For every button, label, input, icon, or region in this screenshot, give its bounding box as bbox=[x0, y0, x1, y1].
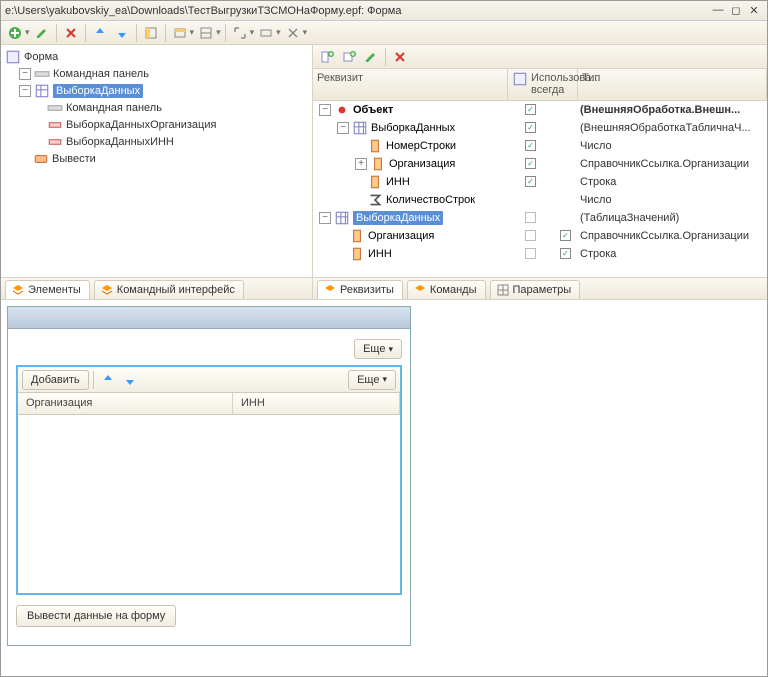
output-button[interactable]: Вывести данные на форму bbox=[16, 605, 176, 627]
add-row-button[interactable]: Добавить bbox=[22, 370, 89, 390]
checkbox[interactable] bbox=[560, 248, 571, 259]
checkbox[interactable] bbox=[525, 140, 536, 151]
tree-node[interactable]: ВыборкаДанныхОрганизация bbox=[66, 119, 216, 131]
add-attr-icon[interactable] bbox=[339, 47, 359, 67]
expand-toggle[interactable]: − bbox=[319, 104, 331, 116]
checkbox[interactable] bbox=[560, 230, 571, 241]
tree-node[interactable]: ВыборкаДанныхИНН bbox=[66, 136, 174, 148]
checkbox[interactable] bbox=[525, 122, 536, 133]
delete-attr-icon[interactable] bbox=[390, 47, 410, 67]
form-preview: Еще ▾ Добавить Еще ▾ Организация bbox=[1, 300, 767, 676]
checkbox[interactable] bbox=[525, 176, 536, 187]
expand-toggle[interactable]: − bbox=[319, 212, 331, 224]
edit-icon[interactable] bbox=[32, 23, 52, 43]
checkbox[interactable] bbox=[525, 248, 536, 259]
tree-node[interactable]: Командная панель bbox=[53, 68, 149, 80]
attr-grid-header: Реквизит Использова... всегда Тип bbox=[313, 69, 767, 101]
attr-row[interactable]: КоличествоСтрокЧисло bbox=[313, 191, 767, 209]
edit-attr-icon[interactable] bbox=[361, 47, 381, 67]
form-tree[interactable]: Форма − Командная панель − ВыборкаДанных К… bbox=[1, 45, 312, 277]
expand3-icon[interactable] bbox=[283, 23, 303, 43]
expand-toggle[interactable]: − bbox=[19, 85, 31, 97]
table-icon bbox=[34, 84, 50, 98]
move-up-icon[interactable] bbox=[90, 23, 110, 43]
attr-row[interactable]: ИННСтрока bbox=[313, 173, 767, 191]
restore-button[interactable]: ◻ bbox=[727, 4, 745, 18]
add-columns-icon[interactable] bbox=[317, 47, 337, 67]
stack-icon bbox=[324, 284, 336, 296]
expand-toggle[interactable]: + bbox=[355, 158, 367, 170]
add-icon[interactable] bbox=[5, 23, 25, 43]
titlebar: e:\Users\yakubovskiy_ea\Downloads\ТестВы… bbox=[1, 1, 767, 21]
more-button[interactable]: Еще ▾ bbox=[354, 339, 402, 359]
preview-window: Еще ▾ Добавить Еще ▾ Организация bbox=[7, 306, 411, 646]
attr-row[interactable]: +ОрганизацияСправочникСсылка.Организации bbox=[313, 155, 767, 173]
checkbox[interactable] bbox=[525, 230, 536, 241]
attr-row[interactable]: НомерСтрокиЧисло bbox=[313, 137, 767, 155]
attributes-pane: Реквизит Использова... всегда Тип −Объек… bbox=[313, 45, 767, 299]
move-down-icon[interactable] bbox=[120, 370, 140, 390]
attr-row[interactable]: −ВыборкаДанных(ВнешняяОбработкаТабличнаЧ… bbox=[313, 119, 767, 137]
attr-row[interactable]: −Объект(ВнешняяОбработка.Внешн... bbox=[313, 101, 767, 119]
tab-commands[interactable]: Команды bbox=[407, 280, 486, 299]
expand2-icon[interactable] bbox=[256, 23, 276, 43]
panel-icon[interactable] bbox=[141, 23, 161, 43]
right-tabs: Реквизиты Команды Параметры bbox=[313, 277, 767, 299]
close-button[interactable]: ✕ bbox=[745, 4, 763, 18]
tree-node[interactable]: Вывести bbox=[52, 153, 96, 165]
window-title: e:\Users\yakubovskiy_ea\Downloads\ТестВы… bbox=[5, 5, 709, 17]
tab-params[interactable]: Параметры bbox=[490, 280, 581, 299]
checkbox[interactable] bbox=[525, 158, 536, 169]
column-icon bbox=[512, 72, 528, 86]
expand-toggle[interactable]: − bbox=[337, 122, 349, 134]
col-inn[interactable]: ИНН bbox=[233, 393, 400, 414]
form-icon bbox=[5, 50, 21, 64]
tab-cmd-interface[interactable]: Командный интерфейс bbox=[94, 280, 244, 299]
tab-attributes[interactable]: Реквизиты bbox=[317, 280, 403, 299]
main-toolbar: ▾ ▾ ▾ ▾ ▾ ▾ bbox=[1, 21, 767, 45]
checkbox[interactable] bbox=[525, 104, 536, 115]
field-icon bbox=[47, 135, 63, 149]
move-up-icon[interactable] bbox=[98, 370, 118, 390]
attr-row[interactable]: ОрганизацияСправочникСсылка.Организации bbox=[313, 227, 767, 245]
tree-node[interactable]: Форма bbox=[24, 51, 58, 63]
delete-icon[interactable] bbox=[61, 23, 81, 43]
stack-icon bbox=[12, 284, 24, 296]
layout2-icon[interactable] bbox=[196, 23, 216, 43]
form-tree-pane: Форма − Командная панель − ВыборкаДанных К… bbox=[1, 45, 313, 299]
left-tabs: Элементы Командный интерфейс bbox=[1, 277, 312, 299]
more-button[interactable]: Еще ▾ bbox=[348, 370, 396, 390]
attr-grid[interactable]: −Объект(ВнешняяОбработка.Внешн...−Выборк… bbox=[313, 101, 767, 277]
expand-toggle[interactable]: − bbox=[19, 68, 31, 80]
toolbar-icon bbox=[47, 101, 63, 115]
move-down-icon[interactable] bbox=[112, 23, 132, 43]
grid-icon bbox=[497, 284, 509, 296]
preview-titlebar bbox=[8, 307, 410, 329]
field-icon bbox=[47, 118, 63, 132]
expand1-icon[interactable] bbox=[230, 23, 250, 43]
checkbox[interactable] bbox=[525, 212, 536, 223]
tree-node-selected[interactable]: ВыборкаДанных bbox=[53, 84, 143, 98]
col-org[interactable]: Организация bbox=[18, 393, 233, 414]
stack-icon bbox=[101, 284, 113, 296]
table-rows[interactable] bbox=[18, 415, 400, 593]
tab-elements[interactable]: Элементы bbox=[5, 280, 90, 299]
preview-table[interactable]: Добавить Еще ▾ Организация ИНН bbox=[16, 365, 402, 595]
button-icon bbox=[33, 152, 49, 166]
toolbar-icon bbox=[34, 67, 50, 81]
tree-node[interactable]: Командная панель bbox=[66, 102, 162, 114]
stack-icon bbox=[414, 284, 426, 296]
attr-row[interactable]: −ВыборкаДанных(ТаблицаЗначений) bbox=[313, 209, 767, 227]
layout1-icon[interactable] bbox=[170, 23, 190, 43]
minimize-button[interactable]: — bbox=[709, 4, 727, 18]
attr-row[interactable]: ИННСтрока bbox=[313, 245, 767, 263]
